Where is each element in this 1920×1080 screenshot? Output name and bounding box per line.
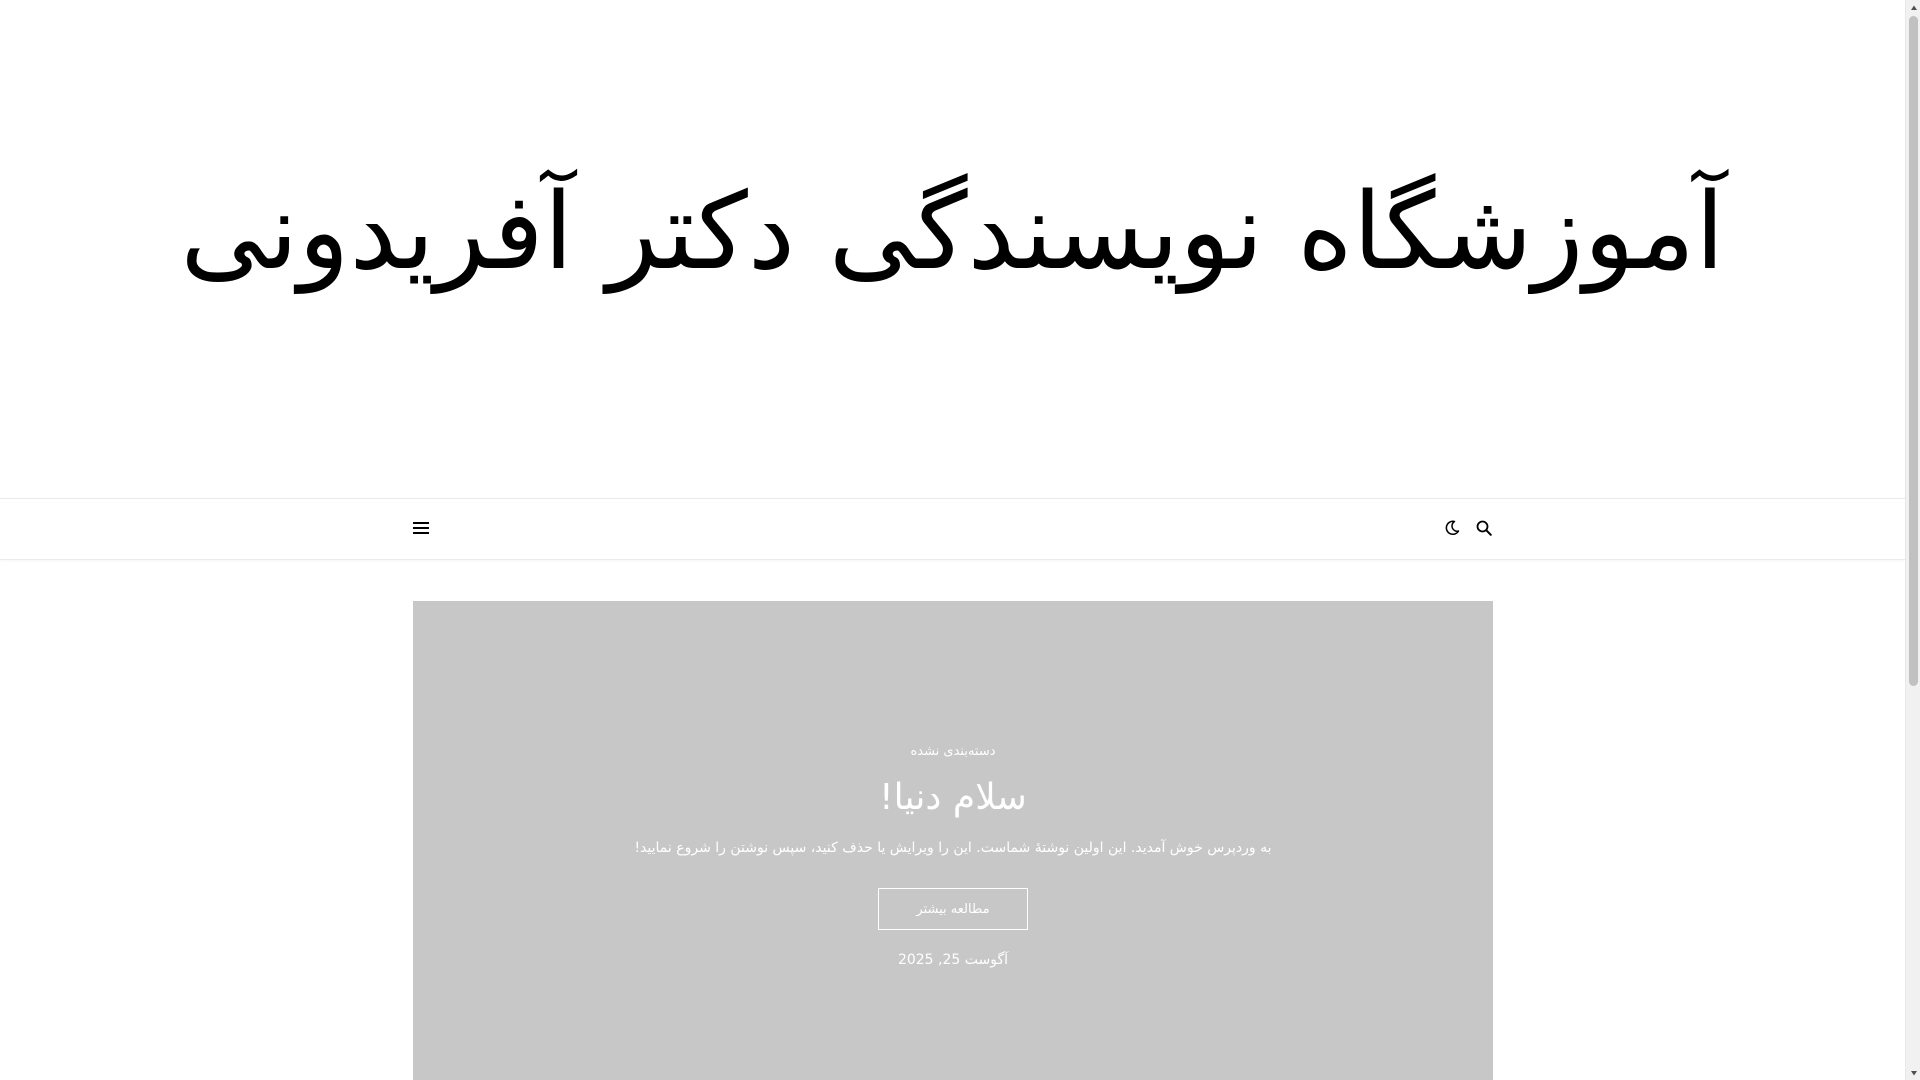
- post-category-link[interactable]: دسته‌بندی نشده: [910, 744, 995, 759]
- scrollbar-thumb[interactable]: [1909, 16, 1918, 686]
- post-title-link[interactable]: سلام دنیا!: [879, 777, 1027, 818]
- scroll-up-arrow-icon[interactable]: [1906, 0, 1920, 15]
- post-date: آگوست 25, 2025: [897, 952, 1009, 968]
- nav-inner: [413, 499, 1493, 559]
- search-icon: [1476, 520, 1492, 536]
- menu-toggle-button[interactable]: [413, 520, 429, 536]
- scroll-down-arrow-icon[interactable]: [1906, 1065, 1920, 1080]
- site-title[interactable]: آموزشگاه نویسندگی دکتر آفریدونی: [180, 170, 1725, 293]
- nav-bar: [0, 498, 1905, 560]
- read-more-button[interactable]: مطالعه بیشتر: [878, 888, 1028, 930]
- page: آموزشگاه نویسندگی دکتر آفریدونی: [0, 0, 1905, 1080]
- post-excerpt: به وردپرس خوش آمدید. این اولین نوشتهٔ شم…: [634, 840, 1272, 856]
- vertical-scrollbar[interactable]: [1905, 0, 1920, 1080]
- hamburger-icon: [413, 522, 429, 534]
- moon-icon: [1445, 520, 1460, 536]
- browser-viewport: آموزشگاه نویسندگی دکتر آفریدونی: [0, 0, 1920, 1080]
- nav-icons: [1443, 519, 1493, 537]
- featured-post: دسته‌بندی نشده سلام دنیا! به وردپرس خوش …: [413, 601, 1493, 1080]
- dark-mode-toggle[interactable]: [1443, 519, 1461, 537]
- site-header: آموزشگاه نویسندگی دکتر آفریدونی: [0, 0, 1905, 498]
- search-button[interactable]: [1475, 519, 1493, 537]
